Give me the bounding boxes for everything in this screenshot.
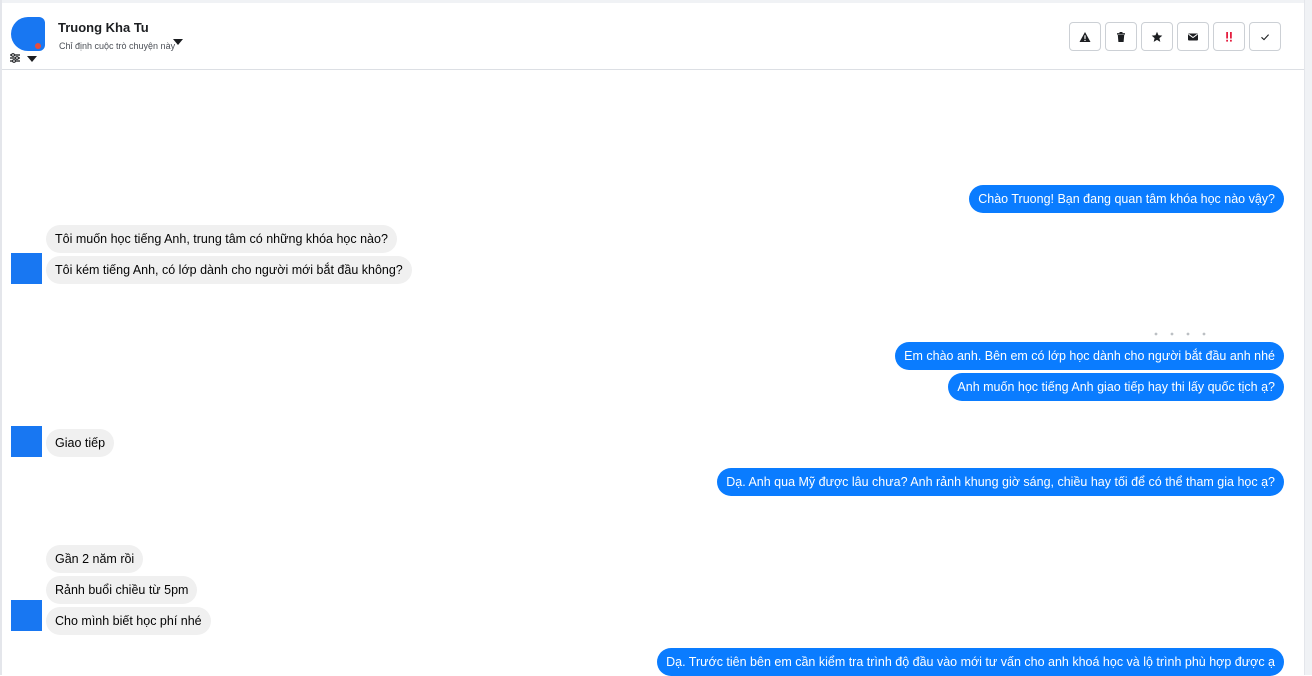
avatar[interactable] [11, 426, 42, 457]
message-incoming[interactable]: Gần 2 năm rồi [46, 545, 144, 573]
star-icon [1151, 31, 1163, 42]
avatar[interactable] [11, 17, 45, 51]
star-button[interactable] [1141, 22, 1173, 51]
avatar[interactable] [11, 253, 42, 284]
action-toolbar [1069, 22, 1281, 51]
message-outgoing[interactable]: Dạ. Trước tiên bên em cần kiểm tra trình… [657, 648, 1284, 676]
message-outgoing[interactable]: Em chào anh. Bên em có lớp học dành cho … [895, 342, 1284, 370]
assign-conversation-link[interactable]: Chỉ định cuộc trò chuyện này [59, 41, 175, 51]
conversation-window: Truong Kha Tu Chỉ định cuộc trò chuyện n… [0, 0, 1312, 676]
contact-name: Truong Kha Tu [58, 20, 149, 35]
message-incoming[interactable]: Tôi kém tiếng Anh, có lớp dành cho người… [46, 256, 412, 284]
message-incoming[interactable]: Giao tiếp [46, 429, 115, 457]
delete-button[interactable] [1105, 22, 1137, 51]
check-icon [1261, 33, 1270, 40]
message-outgoing[interactable]: Chào Truong! Bạn đang quan tâm khóa học … [969, 185, 1284, 213]
warning-button[interactable] [1069, 22, 1101, 51]
read-receipt-icon [1154, 332, 1206, 336]
message-outgoing[interactable]: Dạ. Anh qua Mỹ được lâu chưa? Anh rảnh k… [717, 468, 1284, 496]
mark-unread-button[interactable] [1177, 22, 1209, 51]
scrollbar[interactable] [1304, 0, 1312, 675]
exclamation-icon [1226, 31, 1232, 42]
envelope-icon [1188, 33, 1198, 40]
message-list: Chào Truong! Bạn đang quan tâm khóa học … [2, 71, 1304, 676]
message-incoming[interactable]: Rảnh buổi chiều từ 5pm [46, 576, 198, 604]
message-incoming[interactable]: Tôi muốn học tiếng Anh, trung tâm có nhữ… [46, 225, 397, 253]
avatar[interactable] [11, 600, 42, 631]
message-outgoing[interactable]: Anh muốn học tiếng Anh giao tiếp hay thi… [948, 373, 1284, 401]
status-dot [35, 43, 41, 49]
message-incoming[interactable]: Cho mình biết học phí nhé [46, 607, 211, 635]
trash-icon [1117, 31, 1125, 42]
conversation-header: Truong Kha Tu Chỉ định cuộc trò chuyện n… [2, 3, 1304, 70]
caret-down-icon[interactable] [27, 56, 37, 62]
warning-icon [1079, 31, 1091, 42]
caret-down-icon[interactable] [173, 39, 183, 45]
priority-button[interactable] [1213, 22, 1245, 51]
done-button[interactable] [1249, 22, 1281, 51]
sliders-icon[interactable] [9, 52, 21, 64]
